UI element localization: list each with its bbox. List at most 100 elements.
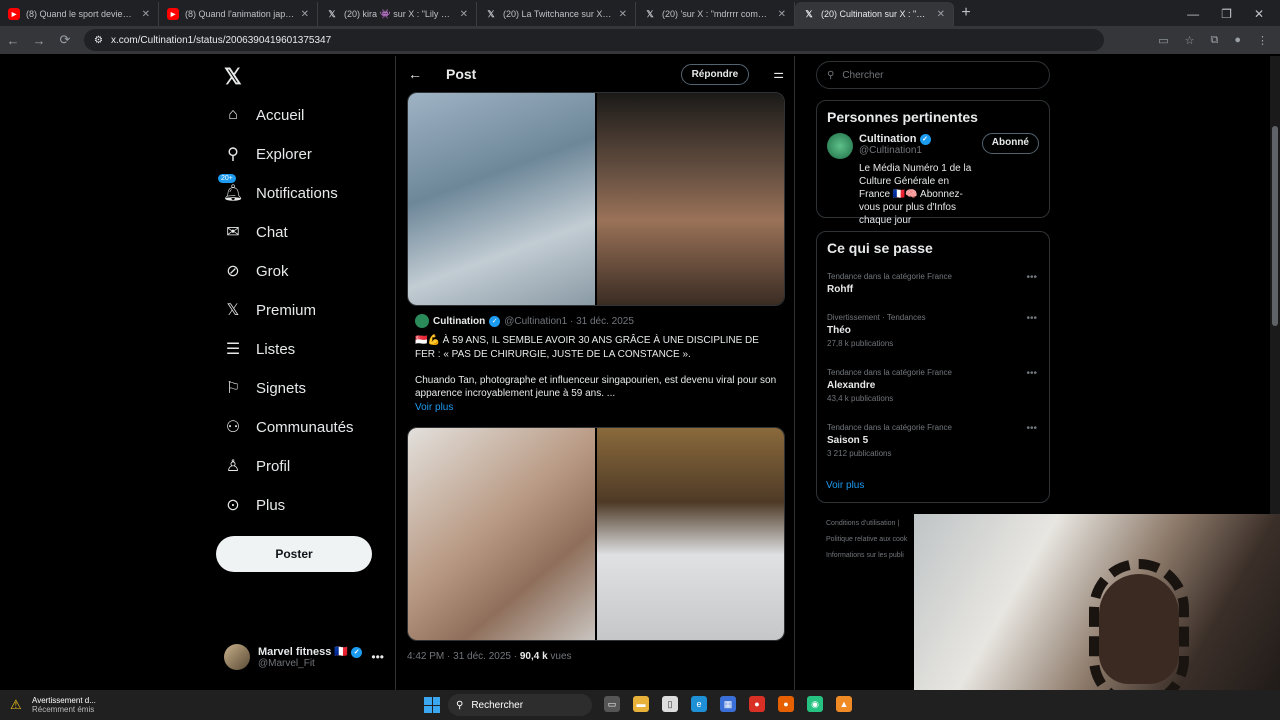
browser-tab[interactable]: 𝕏 (20) kira 👾 sur X : "Lily Philips ✕ <box>318 2 477 26</box>
more-dots-icon[interactable]: ••• <box>1026 272 1037 283</box>
nav-item-profil[interactable]: ♙ Profil <box>224 457 290 476</box>
document-icon[interactable]: ▯ <box>662 696 678 712</box>
close-tab-icon[interactable]: ✕ <box>301 9 309 20</box>
follow-button[interactable]: Abonné <box>981 133 1039 154</box>
trend-item[interactable]: Tendance dans la catégorie France Rohff … <box>827 272 1041 295</box>
footer-link[interactable]: Politique relative aux cook <box>826 532 907 548</box>
app-icon[interactable]: ◉ <box>807 696 823 712</box>
restore-icon[interactable]: ❐ <box>1221 7 1232 21</box>
nav-item-plus[interactable]: ⊙ Plus <box>224 496 286 515</box>
nav-item-signets[interactable]: ⚐ Signets <box>224 379 306 398</box>
nav-item-chat[interactable]: ✉ Chat <box>224 223 287 242</box>
close-tab-icon[interactable]: ✕ <box>778 9 786 20</box>
url-bar[interactable]: ⚙ x.com/Cultination1/status/200639041960… <box>84 29 1104 51</box>
trend-category: Tendance dans la catégorie France <box>827 423 952 432</box>
footer-links: Conditions d'utilisation | Politique rel… <box>826 516 907 564</box>
nav-item-explorer[interactable]: ⚲ Explorer <box>224 145 312 164</box>
nav-label: Listes <box>256 340 296 358</box>
nav-item-premium[interactable]: 𝕏 Premium <box>224 301 316 320</box>
post-image[interactable] <box>597 93 784 305</box>
post-image[interactable] <box>408 93 595 305</box>
back-arrow-icon[interactable]: ← <box>6 33 20 48</box>
task-view-icon[interactable]: ▭ <box>604 696 620 712</box>
chrome-icon[interactable]: ● <box>749 696 765 712</box>
search-placeholder: Chercher <box>842 69 884 81</box>
avatar[interactable] <box>827 133 853 159</box>
close-tab-icon[interactable]: ✕ <box>937 9 945 20</box>
profile-icon[interactable]: ● <box>1234 34 1241 47</box>
vlc-icon[interactable]: ▲ <box>836 696 852 712</box>
see-more-link[interactable]: Voir plus <box>415 402 777 413</box>
trend-item[interactable]: Tendance dans la catégorie France Saison… <box>827 423 1041 458</box>
browser-tab-active[interactable]: 𝕏 (20) Cultination sur X : "Submer ✕ <box>795 2 954 26</box>
post-media-bottom[interactable] <box>407 427 785 641</box>
bell-icon: 🔔︎ 20+ <box>218 174 243 202</box>
footer-link[interactable]: Informations sur les publi <box>826 548 907 564</box>
see-more-link[interactable]: Voir plus <box>826 480 864 491</box>
trend-count: 27,8 k publications <box>827 339 894 348</box>
windows-start-icon[interactable] <box>424 697 440 713</box>
scrollbar-thumb[interactable] <box>1272 126 1278 326</box>
file-explorer-icon[interactable]: ▬ <box>633 696 649 712</box>
nav-item-listes[interactable]: ☰ Listes <box>224 340 296 359</box>
star-icon[interactable]: ☆ <box>1185 34 1195 47</box>
browser-tab[interactable]: ▶ (8) Quand le sport devient TOXI ✕ <box>0 2 159 26</box>
tab-title: (20) 'sur X : "mdrrrr comment s <box>662 9 772 19</box>
close-tab-icon[interactable]: ✕ <box>460 9 468 20</box>
profile-icon: ♙ <box>225 458 241 475</box>
footer-link[interactable]: Conditions d'utilisation | <box>826 516 907 532</box>
nav-item-accueil[interactable]: ⌂ Accueil <box>224 106 304 124</box>
cast-icon[interactable]: ▭ <box>1158 34 1168 47</box>
close-tab-icon[interactable]: ✕ <box>619 9 627 20</box>
taskbar-search-label: Rechercher <box>471 699 524 711</box>
trend-item[interactable]: Divertissement · Tendances Théo 27,8 k p… <box>827 313 1041 348</box>
back-arrow-icon[interactable]: ← <box>408 66 422 82</box>
trend-category: Tendance dans la catégorie France <box>827 272 952 281</box>
forward-arrow-icon[interactable]: → <box>32 33 46 48</box>
reply-button[interactable]: Répondre <box>680 63 750 85</box>
browser-tab[interactable]: ▶ (8) Quand l'animation japonaise ✕ <box>159 2 318 26</box>
trend-name: Alexandre <box>827 380 876 391</box>
more-dots-icon[interactable]: ••• <box>371 650 384 664</box>
account-switcher[interactable]: Marvel fitness 🇫🇷 ✓ @Marvel_Fit ••• <box>224 644 384 670</box>
nav-item-notifications[interactable]: 🔔︎ 20+ Notifications <box>218 174 338 202</box>
more-dots-icon[interactable]: ••• <box>1026 368 1037 379</box>
menu-icon[interactable]: ⋮ <box>1257 34 1268 47</box>
account-handle: @Marvel_Fit <box>258 658 315 669</box>
store-icon[interactable]: ▦ <box>720 696 736 712</box>
post-image[interactable] <box>597 428 784 640</box>
x-logo-icon[interactable]: 𝕏 <box>224 64 242 90</box>
post-media-top[interactable] <box>407 92 785 306</box>
quoted-post[interactable]: Cultination ✓ @Cultination1 · 31 déc. 20… <box>407 308 785 419</box>
search-icon: ⚲ <box>456 699 464 711</box>
nav-item-grok[interactable]: ⊘ Grok <box>224 262 288 281</box>
edge-icon[interactable]: e <box>691 696 707 712</box>
browser-tab[interactable]: 𝕏 (20) 'sur X : "mdrrrr comment s ✕ <box>636 2 795 26</box>
nav-label: Plus <box>256 496 286 514</box>
reload-icon[interactable]: ⟳ <box>58 32 72 48</box>
post-button[interactable]: Poster <box>216 536 372 572</box>
more-dots-icon[interactable]: ••• <box>1026 313 1037 324</box>
trend-item[interactable]: Tendance dans la catégorie France Alexan… <box>827 368 1041 403</box>
firefox-icon[interactable]: ● <box>778 696 794 712</box>
taskbar-notification[interactable]: ⚠ Avertissement d... Récemment émis <box>0 696 240 714</box>
taskbar-search[interactable]: ⚲ Rechercher <box>448 694 592 716</box>
trend-name: Saison 5 <box>827 435 869 446</box>
more-dots-icon[interactable]: ••• <box>1026 423 1037 434</box>
site-info-icon[interactable]: ⚙ <box>94 35 103 46</box>
minimize-icon[interactable]: — <box>1187 7 1199 21</box>
new-tab-button[interactable]: + <box>954 2 978 26</box>
post-image[interactable] <box>408 428 595 640</box>
extensions-icon[interactable]: ⧉ <box>1210 34 1218 47</box>
quote-meta: @Cultination1 · 31 déc. 2025 <box>504 315 634 327</box>
nav-label: Explorer <box>256 145 312 163</box>
relevant-name[interactable]: Cultination <box>859 133 916 145</box>
account-name: Marvel fitness 🇫🇷 <box>258 646 349 658</box>
sliders-icon[interactable]: ⚌ <box>773 67 784 81</box>
browser-tab[interactable]: 𝕏 (20) La Twitchance sur X : "ALER ✕ <box>477 2 636 26</box>
nav-item-communautes[interactable]: ⚇ Communautés <box>224 418 354 437</box>
close-tab-icon[interactable]: ✕ <box>142 9 150 20</box>
close-window-icon[interactable]: ✕ <box>1254 7 1264 21</box>
post-header: ← Post Répondre ⚌ <box>396 56 794 92</box>
search-input[interactable]: ⚲ Chercher <box>816 61 1050 89</box>
